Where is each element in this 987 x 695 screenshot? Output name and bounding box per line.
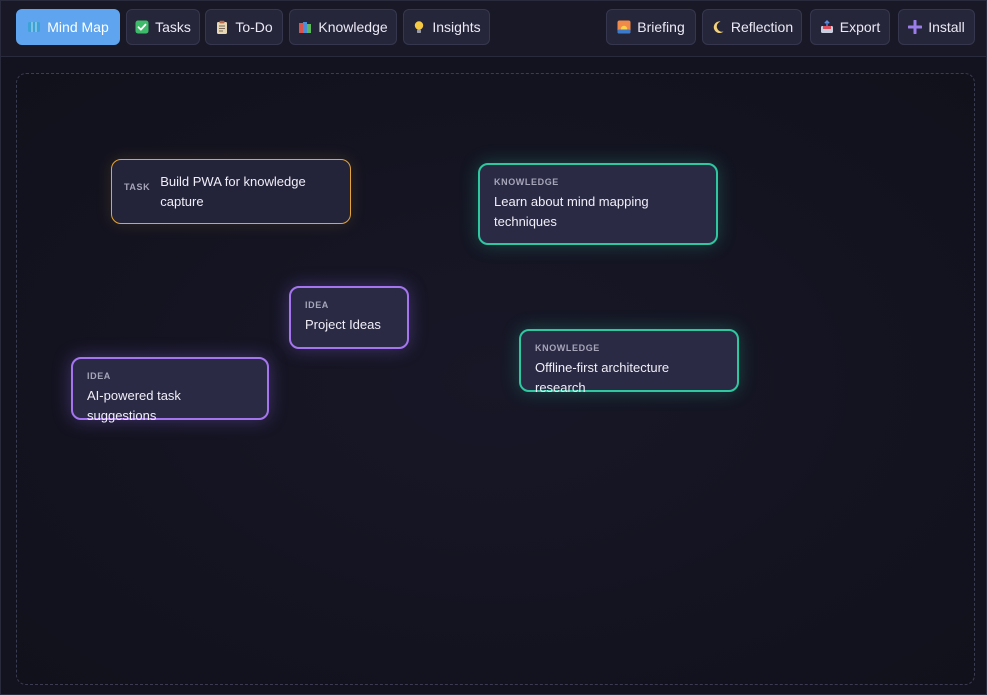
app-window: Mind Map Tasks To-Do Knowledge Insights bbox=[0, 0, 987, 695]
tab-to-do[interactable]: To-Do bbox=[205, 9, 283, 45]
map-icon bbox=[27, 20, 41, 34]
node-text: Build PWA for knowledge capture bbox=[160, 174, 306, 209]
node-type-label: IDEA bbox=[305, 300, 329, 310]
top-toolbar: Mind Map Tasks To-Do Knowledge Insights bbox=[1, 1, 986, 57]
mind-map-node-knowledge[interactable]: KNOWLEDGE Offline-first architecture res… bbox=[519, 329, 739, 395]
tab-tasks[interactable]: Tasks bbox=[126, 9, 200, 45]
mind-map-node-idea[interactable]: IDEA Project Ideas bbox=[289, 286, 409, 349]
briefing-label: Briefing bbox=[637, 19, 685, 35]
node-text: Project Ideas bbox=[305, 317, 381, 332]
books-icon bbox=[298, 20, 312, 34]
plus-icon bbox=[908, 20, 923, 34]
briefing-button[interactable]: Briefing bbox=[606, 9, 696, 45]
lightbulb-icon bbox=[412, 20, 426, 34]
node-text: Offline-first architecture research bbox=[535, 360, 670, 395]
export-label: Export bbox=[839, 19, 881, 35]
tab-to-do-label: To-Do bbox=[235, 19, 273, 35]
node-text: AI-powered task suggestions bbox=[87, 388, 181, 423]
node-type-label: KNOWLEDGE bbox=[494, 177, 559, 187]
tab-mind-map[interactable]: Mind Map bbox=[16, 9, 120, 45]
tab-knowledge[interactable]: Knowledge bbox=[289, 9, 397, 45]
node-type-label: TASK bbox=[124, 182, 151, 192]
mind-map-node-idea[interactable]: IDEA AI-powered task suggestions bbox=[71, 357, 269, 423]
tab-knowledge-label: Knowledge bbox=[318, 19, 388, 35]
tab-insights-label: Insights bbox=[432, 19, 481, 35]
install-label: Install bbox=[928, 19, 965, 35]
moon-icon bbox=[711, 20, 725, 34]
export-button[interactable]: Export bbox=[810, 9, 890, 45]
tab-tasks-label: Tasks bbox=[155, 19, 191, 35]
sunrise-icon bbox=[617, 20, 631, 34]
tab-insights[interactable]: Insights bbox=[403, 9, 490, 45]
clipboard-icon bbox=[215, 20, 229, 34]
mind-map-node-task[interactable]: TASK Build PWA for knowledge capture bbox=[111, 159, 351, 224]
node-type-label: KNOWLEDGE bbox=[535, 343, 600, 353]
node-text: Learn about mind mapping techniques bbox=[494, 194, 649, 229]
outbox-icon bbox=[820, 20, 834, 34]
install-button[interactable]: Install bbox=[898, 9, 975, 45]
reflection-label: Reflection bbox=[730, 19, 794, 35]
tab-mind-map-label: Mind Map bbox=[47, 19, 109, 35]
mind-map-canvas[interactable]: TASK Build PWA for knowledge capture KNO… bbox=[16, 73, 975, 685]
checkbox-icon bbox=[135, 20, 149, 34]
reflection-button[interactable]: Reflection bbox=[702, 9, 802, 45]
node-type-label: IDEA bbox=[87, 371, 111, 381]
mind-map-node-knowledge[interactable]: KNOWLEDGE Learn about mind mapping techn… bbox=[478, 163, 718, 245]
